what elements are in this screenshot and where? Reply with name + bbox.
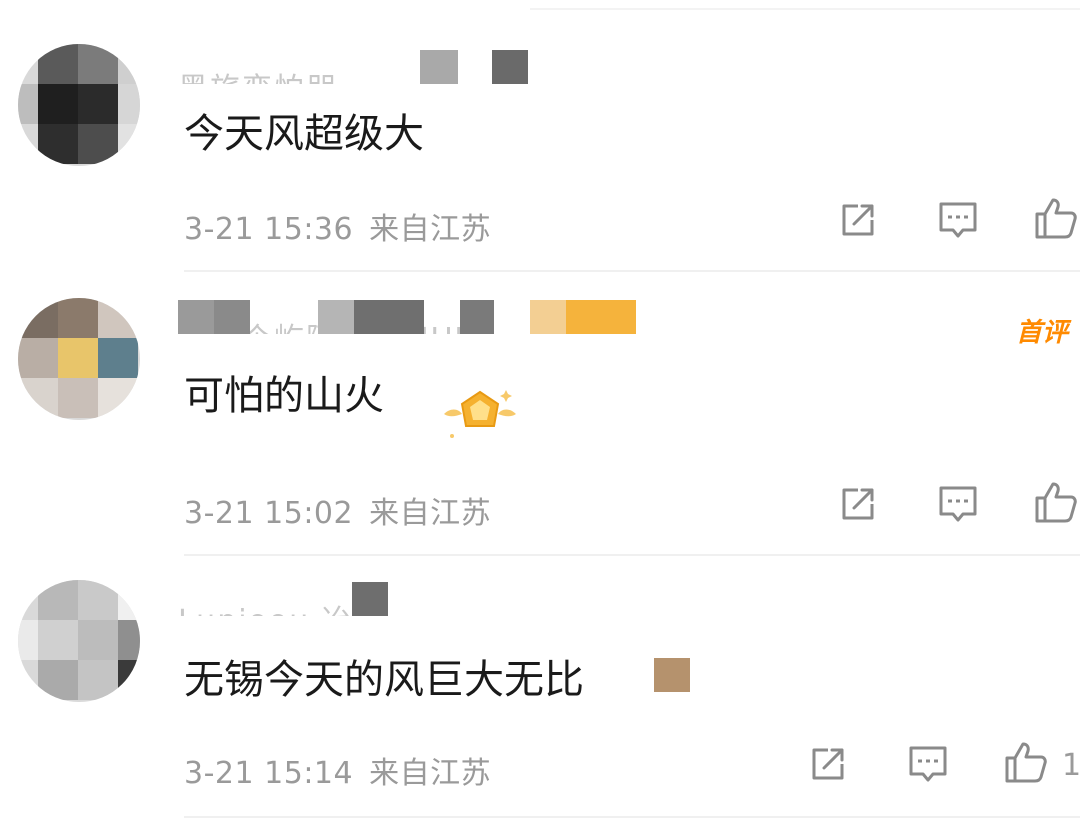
username-text: 黑旅变怕朋 xyxy=(178,64,338,84)
avatar-mosaic-tile xyxy=(38,84,78,124)
avatar[interactable] xyxy=(18,580,140,702)
avatar-mosaic-tile xyxy=(38,620,78,660)
avatar-mosaic-tile xyxy=(78,660,118,700)
avatar-mosaic-tile xyxy=(58,298,98,338)
username-mosaic xyxy=(214,300,250,334)
comment-location: 来自江苏 xyxy=(369,756,492,791)
avatar-mosaic-tile xyxy=(18,298,58,338)
avatar-mosaic-tile xyxy=(118,660,140,700)
avatar-mosaic-tile xyxy=(78,44,118,84)
comment-item: Lunioou 冶然 无锡今天的风巨大无比 3-21 15:14 来自江苏 1 xyxy=(0,556,1080,829)
share-button[interactable] xyxy=(836,198,880,242)
comment-date: 3-21 xyxy=(184,212,255,247)
reply-button[interactable] xyxy=(936,482,980,526)
username[interactable]: 阿怀个屹阿 IUU IUU xyxy=(178,300,648,334)
share-button[interactable] xyxy=(806,742,850,786)
comment-text: 今天风超级大 xyxy=(184,111,424,157)
share-icon xyxy=(842,488,874,520)
avatar-mosaic-tile xyxy=(118,580,140,620)
avatar-mosaic-tile xyxy=(118,620,140,660)
username[interactable]: Lunioou 冶然 xyxy=(178,582,418,616)
comment-time: 15:14 xyxy=(264,756,354,791)
share-button[interactable] xyxy=(836,482,880,526)
comment-text: 可怕的山火 xyxy=(184,373,384,419)
avatar-mosaic-tile xyxy=(38,580,78,620)
comment-item: 黑旅变怕朋 今天风超级大 3-21 15:36 来自江苏 xyxy=(0,0,1080,270)
comment-text: 无锡今天的风巨大无比 xyxy=(184,657,584,703)
comment-meta: 3-21 15:14 来自江苏 xyxy=(184,748,491,792)
username-mosaic xyxy=(460,300,494,334)
reply-icon xyxy=(939,202,977,238)
reply-icon xyxy=(909,746,947,782)
share-icon xyxy=(812,748,844,780)
comment-meta: 3-21 15:36 来自江苏 xyxy=(184,204,491,248)
username-mosaic xyxy=(530,300,566,334)
avatar-mosaic-tile xyxy=(78,580,118,620)
avatar-mosaic-tile xyxy=(18,378,58,418)
like-button[interactable] xyxy=(1004,740,1048,784)
reply-button[interactable] xyxy=(906,742,950,786)
avatar-mosaic-tile xyxy=(38,124,78,164)
comment-date: 3-21 xyxy=(184,496,255,531)
avatar-mosaic-tile xyxy=(118,84,140,124)
avatar[interactable] xyxy=(18,298,140,420)
comment-location: 来自江苏 xyxy=(369,496,492,531)
comment-divider xyxy=(184,816,1080,818)
thumbs-up-icon xyxy=(1005,742,1047,783)
avatar-mosaic-tile xyxy=(18,338,58,378)
like-button[interactable] xyxy=(1034,480,1078,524)
medal-badge-icon xyxy=(444,390,516,438)
comment-item: 阿怀个屹阿 IUU IUU 首评 可怕的山火 3-21 15:02 来自江苏 xyxy=(0,272,1080,554)
avatar-mosaic-tile xyxy=(38,44,78,84)
avatar-mosaic-tile xyxy=(98,298,138,338)
share-icon xyxy=(842,204,874,236)
comment-time: 15:02 xyxy=(264,496,354,531)
comment-location: 来自江苏 xyxy=(369,212,492,247)
avatar-mosaic-tile xyxy=(98,338,138,378)
avatar-mosaic-tile xyxy=(58,378,98,418)
avatar-mosaic-tile xyxy=(78,84,118,124)
comment-date: 3-21 xyxy=(184,756,255,791)
thumbs-up-icon xyxy=(1035,482,1077,523)
avatar[interactable] xyxy=(18,44,140,166)
username-mosaic xyxy=(354,300,424,334)
reply-icon xyxy=(939,486,977,522)
avatar-mosaic-tile xyxy=(118,124,140,164)
username-mosaic xyxy=(492,50,528,84)
reply-button[interactable] xyxy=(936,198,980,242)
first-comment-badge: 首评 xyxy=(1015,318,1068,348)
username-mosaic xyxy=(318,300,354,334)
like-count: 1 xyxy=(1062,748,1080,783)
comment-time: 15:36 xyxy=(264,212,354,247)
username-mosaic xyxy=(420,50,458,84)
username-mosaic xyxy=(566,300,636,334)
comment-meta: 3-21 15:02 来自江苏 xyxy=(184,488,491,532)
username-mosaic xyxy=(178,300,214,334)
like-button[interactable] xyxy=(1034,196,1078,240)
avatar-mosaic-tile xyxy=(58,338,98,378)
username-mosaic xyxy=(352,582,388,616)
avatar-mosaic-tile xyxy=(38,660,78,700)
avatar-mosaic-tile xyxy=(118,44,140,84)
avatar-mosaic-tile xyxy=(78,124,118,164)
avatar-mosaic-tile xyxy=(78,620,118,660)
thumbs-up-icon xyxy=(1035,198,1077,239)
avatar-mosaic-tile xyxy=(98,378,138,418)
username[interactable]: 黑旅变怕朋 xyxy=(178,50,538,84)
emoji-mosaic xyxy=(654,658,690,692)
